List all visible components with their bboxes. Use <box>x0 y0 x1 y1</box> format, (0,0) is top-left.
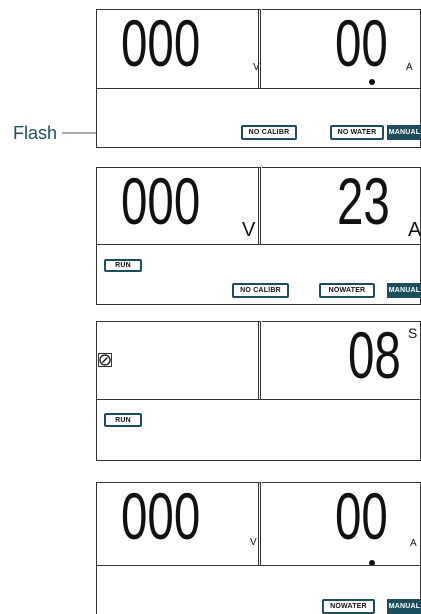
current-unit: A <box>408 219 421 241</box>
decimal-point <box>369 79 375 85</box>
voltage-readout-box: 000 V <box>96 9 261 89</box>
timer-value: 08 <box>348 318 401 392</box>
current-readout-box: 00 A <box>262 9 421 89</box>
manual-badge: MANUAL <box>387 283 421 298</box>
run-badge: RUN <box>104 413 142 427</box>
no-calibr-badge: NO CALIBR <box>232 283 289 298</box>
display-panel-2: 000 V 23 A RUN NO CALIBR NOWATER MANUAL <box>96 167 421 305</box>
manual-badge: MANUAL <box>387 599 421 614</box>
current-readout-box: 00 A <box>262 482 421 566</box>
display-panel-4: 000 V 00 A NOWATER MANUAL <box>96 482 421 614</box>
status-bar: RUN NO CALIBR NOWATER MANUAL <box>96 244 421 305</box>
voltage-value: 000 <box>121 479 201 553</box>
status-bar: NO CALIBR NO WATER MANUAL <box>96 88 421 148</box>
manual-badge: MANUAL <box>387 125 421 140</box>
voltage-readout-box: 000 V <box>96 482 261 566</box>
voltage-value: 000 <box>121 164 201 238</box>
current-value: 23 <box>337 164 390 238</box>
status-bar: RUN <box>96 399 421 461</box>
display-panel-1: 000 V 00 A NO CALIBR NO WATER MANUAL <box>96 9 421 148</box>
gauge-icon <box>98 353 112 367</box>
voltage-unit: V <box>250 537 257 548</box>
current-value: 00 <box>335 6 388 80</box>
voltage-readout-box: 000 V <box>96 167 261 245</box>
icon-box <box>96 321 261 400</box>
no-water-badge: NOWATER <box>319 283 375 298</box>
no-calibr-badge: NO CALIBR <box>241 125 297 140</box>
current-unit: A <box>410 538 417 549</box>
voltage-unit: V <box>242 219 256 241</box>
status-bar: NOWATER MANUAL <box>96 565 421 614</box>
timer-unit: S <box>408 325 418 341</box>
current-value: 00 <box>335 479 388 553</box>
timer-readout-box: 08 S <box>262 321 421 400</box>
run-badge: RUN <box>104 259 142 272</box>
no-water-badge: NO WATER <box>330 125 384 140</box>
current-readout-box: 23 A <box>262 167 421 245</box>
voltage-value: 000 <box>121 6 201 80</box>
display-panel-3: 08 S RUN <box>96 321 421 461</box>
no-water-badge: NOWATER <box>322 599 375 614</box>
current-unit: A <box>406 62 413 73</box>
